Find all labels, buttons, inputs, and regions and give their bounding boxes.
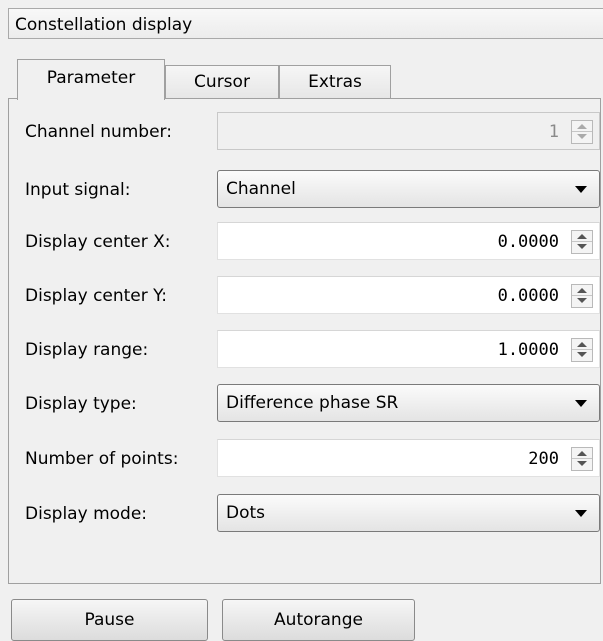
input-signal-value: Channel [226, 179, 296, 199]
display-center-x-decrement-button[interactable] [572, 242, 592, 253]
tab-extras-label: Extras [308, 72, 362, 92]
channel-number-stepper[interactable] [571, 120, 593, 144]
number-of-points-label: Number of points: [25, 449, 179, 469]
display-center-y-spinbox[interactable]: 0.0000 [217, 276, 600, 314]
input-signal-label: Input signal: [25, 180, 131, 200]
display-center-x-value: 0.0000 [497, 232, 559, 252]
pause-button-label: Pause [84, 610, 135, 630]
arrow-down-icon [577, 352, 587, 357]
channel-number-label: Channel number: [25, 122, 172, 142]
tab-parameter-label: Parameter [46, 68, 136, 88]
tab-cursor-label: Cursor [194, 72, 250, 92]
number-of-points-value: 200 [528, 449, 559, 469]
autorange-button-label: Autorange [274, 610, 363, 630]
display-range-row: Display range: 1.0000 [9, 330, 600, 370]
arrow-down-icon [577, 461, 587, 466]
display-type-row: Display type: Difference phase SR [9, 384, 600, 424]
display-center-x-label: Display center X: [25, 232, 171, 252]
arrow-down-icon [577, 244, 587, 249]
display-center-y-value: 0.0000 [497, 286, 559, 306]
tab-extras[interactable]: Extras [279, 65, 391, 99]
pause-button[interactable]: Pause [11, 599, 208, 641]
display-center-y-stepper[interactable] [571, 284, 593, 308]
channel-number-value: 1 [548, 122, 559, 142]
display-range-stepper[interactable] [571, 338, 593, 362]
input-signal-select[interactable]: Channel [217, 170, 600, 208]
number-of-points-increment-button[interactable] [572, 448, 592, 459]
display-range-spinbox[interactable]: 1.0000 [217, 330, 600, 368]
display-mode-value: Dots [226, 503, 266, 523]
window-title: Constellation display [15, 15, 193, 35]
display-type-value: Difference phase SR [226, 393, 399, 413]
display-center-x-increment-button[interactable] [572, 231, 592, 242]
display-range-decrement-button[interactable] [572, 350, 592, 361]
display-center-y-increment-button[interactable] [572, 285, 592, 296]
arrow-up-icon [577, 342, 587, 347]
display-type-label: Display type: [25, 394, 137, 414]
channel-number-increment-button[interactable] [572, 121, 592, 132]
display-center-x-spinbox[interactable]: 0.0000 [217, 222, 600, 260]
window-title-bar: Constellation display [8, 8, 603, 39]
number-of-points-stepper[interactable] [571, 447, 593, 471]
display-center-y-row: Display center Y: 0.0000 [9, 276, 600, 316]
display-mode-select[interactable]: Dots [217, 494, 600, 532]
arrow-up-icon [577, 451, 587, 456]
display-range-label: Display range: [25, 340, 149, 360]
arrow-down-icon [577, 134, 587, 139]
display-center-y-decrement-button[interactable] [572, 296, 592, 307]
tab-cursor[interactable]: Cursor [165, 65, 279, 99]
parameter-panel: Channel number: 1 Input signal: Channel … [8, 98, 601, 584]
arrow-up-icon [577, 234, 587, 239]
chevron-down-icon [575, 510, 587, 517]
number-of-points-decrement-button[interactable] [572, 459, 592, 470]
input-signal-row: Input signal: Channel [9, 170, 600, 210]
display-center-x-row: Display center X: 0.0000 [9, 222, 600, 262]
arrow-down-icon [577, 298, 587, 303]
display-type-select[interactable]: Difference phase SR [217, 384, 600, 422]
autorange-button[interactable]: Autorange [222, 599, 415, 641]
channel-number-spinbox[interactable]: 1 [217, 112, 600, 150]
channel-number-decrement-button[interactable] [572, 132, 592, 143]
chevron-down-icon [575, 186, 587, 193]
display-center-y-label: Display center Y: [25, 286, 168, 306]
display-range-value: 1.0000 [497, 340, 559, 360]
chevron-down-icon [575, 400, 587, 407]
display-mode-row: Display mode: Dots [9, 494, 600, 534]
tab-parameter[interactable]: Parameter [17, 59, 165, 100]
arrow-up-icon [577, 124, 587, 129]
channel-number-row: Channel number: 1 [9, 112, 600, 152]
display-center-x-stepper[interactable] [571, 230, 593, 254]
number-of-points-row: Number of points: 200 [9, 439, 600, 479]
display-range-increment-button[interactable] [572, 339, 592, 350]
arrow-up-icon [577, 288, 587, 293]
number-of-points-spinbox[interactable]: 200 [217, 439, 600, 477]
display-mode-label: Display mode: [25, 504, 148, 524]
